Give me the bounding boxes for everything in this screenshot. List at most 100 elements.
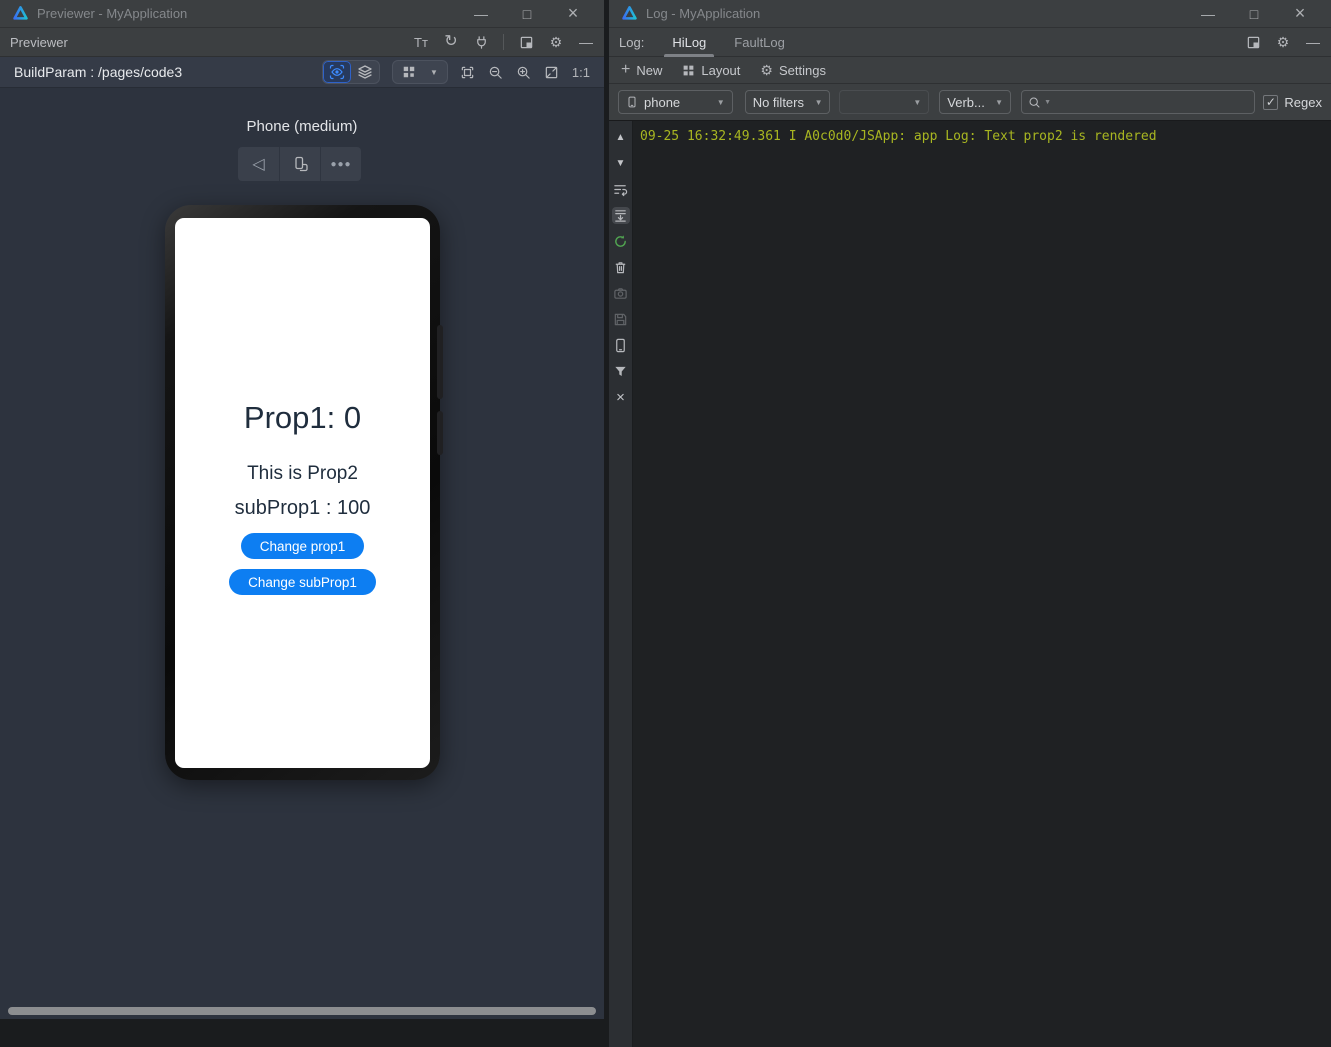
- phone-mockup: Prop1: 0 This is Prop2 subProp1 : 100 Ch…: [165, 205, 440, 780]
- fit-to-window-icon[interactable]: [544, 62, 560, 82]
- new-session-button[interactable]: + New: [621, 61, 662, 79]
- close-panel-icon[interactable]: ×: [612, 389, 630, 406]
- layout-button[interactable]: Layout: [682, 63, 740, 78]
- log-body: ▲ ▼: [609, 121, 1331, 1047]
- previewer-window-title: Previewer - MyApplication: [37, 6, 458, 21]
- text-size-icon[interactable]: Tᴛ: [413, 32, 429, 52]
- tab-hilog[interactable]: HiLog: [658, 28, 720, 57]
- bounds-frame-icon[interactable]: [460, 62, 476, 82]
- search-input[interactable]: [1054, 95, 1248, 110]
- search-icon: [1028, 96, 1041, 109]
- refresh-icon[interactable]: ↻: [443, 32, 459, 52]
- screenshot-icon[interactable]: [612, 285, 630, 302]
- regex-checkbox[interactable]: ✓: [1263, 95, 1278, 110]
- filter-funnel-icon[interactable]: [612, 363, 630, 380]
- device-select[interactable]: phone ▼: [618, 90, 733, 114]
- inspector-eye-toggle[interactable]: [323, 61, 351, 83]
- log-titlebar: Log - MyApplication — □ ×: [609, 0, 1331, 28]
- new-session-label: New: [636, 63, 662, 78]
- log-window-title: Log - MyApplication: [646, 6, 1185, 21]
- prop2-text: This is Prop2: [247, 463, 358, 485]
- scroll-to-end-icon[interactable]: [612, 207, 630, 224]
- log-window: Log - MyApplication — □ × Log: HiLog Fau…: [609, 0, 1331, 1019]
- soft-wrap-icon[interactable]: [612, 181, 630, 198]
- previewer-toolbar: Previewer Tᴛ ↻ ⚙ —: [0, 28, 604, 57]
- gear-icon[interactable]: ⚙: [1275, 32, 1291, 52]
- close-icon[interactable]: ×: [550, 1, 596, 27]
- phone-power-button: [437, 411, 443, 455]
- hide-panel-icon[interactable]: —: [578, 32, 594, 52]
- more-options-button[interactable]: ●●●: [320, 147, 361, 181]
- log-level-select[interactable]: Verb... ▼: [939, 90, 1011, 114]
- deveco-logo-icon: [621, 5, 638, 22]
- zoom-ratio-button[interactable]: 1:1: [572, 62, 590, 82]
- restart-session-icon[interactable]: [612, 233, 630, 250]
- layout-label: Layout: [701, 63, 740, 78]
- tab-faultlog[interactable]: FaultLog: [720, 28, 799, 57]
- settings-button[interactable]: ⚙ Settings: [760, 62, 826, 79]
- chevron-down-icon: ▼: [709, 98, 725, 107]
- previewer-titlebar: Previewer - MyApplication — □ ×: [0, 0, 604, 28]
- previewer-window: Previewer - MyApplication — □ × Previewe…: [0, 0, 604, 1019]
- phone-screen: Prop1: 0 This is Prop2 subProp1 : 100 Ch…: [175, 218, 430, 768]
- maximize-icon[interactable]: □: [504, 1, 550, 27]
- scroll-to-top-icon[interactable]: ▲: [612, 129, 630, 146]
- gear-icon[interactable]: ⚙: [548, 32, 564, 52]
- log-sidebar: ▲ ▼: [609, 121, 633, 1047]
- process-select[interactable]: ▼: [839, 90, 929, 114]
- rotate-device-button[interactable]: [279, 147, 320, 181]
- log-output: 09-25 16:32:49.361 I A0c0d0/JSApp: app L…: [633, 121, 1331, 1047]
- scroll-to-bottom-icon[interactable]: ▼: [612, 155, 630, 172]
- log-actions-bar: + New Layout ⚙ Settings: [609, 57, 1331, 84]
- log-level-value: Verb...: [947, 95, 985, 110]
- multi-profile-grid-icon[interactable]: [395, 61, 423, 83]
- previewer-toolbar-label: Previewer: [10, 35, 413, 50]
- clear-log-icon[interactable]: [612, 259, 630, 276]
- filter-select-value: No filters: [753, 95, 804, 110]
- chevron-down-icon: ▼: [807, 98, 823, 107]
- plus-icon: +: [621, 61, 630, 79]
- chevron-down-icon: ▼: [987, 98, 1003, 107]
- subprop1-text: subProp1 : 100: [235, 497, 371, 520]
- panel-layout-icon[interactable]: [1245, 32, 1261, 52]
- buildparam-bar: BuildParam : /pages/code3: [0, 57, 604, 88]
- log-search-box: ▼: [1021, 90, 1255, 114]
- change-subprop1-button[interactable]: Change subProp1: [229, 569, 376, 595]
- phone-volume-button: [437, 325, 443, 399]
- toolbar-separator: [503, 34, 504, 50]
- regex-label: Regex: [1284, 95, 1322, 110]
- gear-icon: ⚙: [760, 62, 773, 79]
- deveco-logo-icon: [12, 5, 29, 22]
- back-button[interactable]: ◁: [238, 147, 279, 181]
- log-label: Log:: [619, 35, 644, 50]
- plug-icon[interactable]: [473, 32, 489, 52]
- preview-canvas: Phone (medium) ◁ ●●● Prop1: 0 This is Pr…: [0, 88, 604, 1019]
- minimize-icon[interactable]: —: [1185, 1, 1231, 27]
- horizontal-scrollbar[interactable]: [8, 1007, 596, 1015]
- prop1-text: Prop1: 0: [244, 400, 361, 436]
- change-prop1-button[interactable]: Change prop1: [241, 533, 365, 559]
- log-line: 09-25 16:32:49.361 I A0c0d0/JSApp: app L…: [640, 129, 1331, 144]
- close-icon[interactable]: ×: [1277, 1, 1323, 27]
- device-dropdown-arrow-icon[interactable]: ▼: [423, 61, 445, 83]
- save-log-icon[interactable]: [612, 311, 630, 328]
- log-filter-bar: phone ▼ No filters ▼ ▼ Verb... ▼ ▼ ✓ Reg…: [609, 84, 1331, 121]
- phone-icon: [626, 95, 638, 109]
- search-history-arrow-icon: ▼: [1044, 99, 1051, 106]
- buildparam-label: BuildParam : /pages/code3: [14, 64, 322, 80]
- layout-grid-icon: [682, 64, 695, 77]
- settings-label: Settings: [779, 63, 826, 78]
- panel-layout-icon[interactable]: [518, 32, 534, 52]
- zoom-out-icon[interactable]: [488, 62, 504, 82]
- view-mode-toggle: [322, 60, 380, 84]
- layers-toggle[interactable]: [351, 61, 379, 83]
- hide-panel-icon[interactable]: —: [1305, 32, 1321, 52]
- device-label: Phone (medium): [0, 118, 604, 135]
- device-log-icon[interactable]: [612, 337, 630, 354]
- zoom-in-icon[interactable]: [516, 62, 532, 82]
- minimize-icon[interactable]: —: [458, 1, 504, 27]
- regex-option: ✓ Regex: [1263, 95, 1322, 110]
- maximize-icon[interactable]: □: [1231, 1, 1277, 27]
- filter-select[interactable]: No filters ▼: [745, 90, 831, 114]
- multi-device-group: ▼: [392, 60, 448, 84]
